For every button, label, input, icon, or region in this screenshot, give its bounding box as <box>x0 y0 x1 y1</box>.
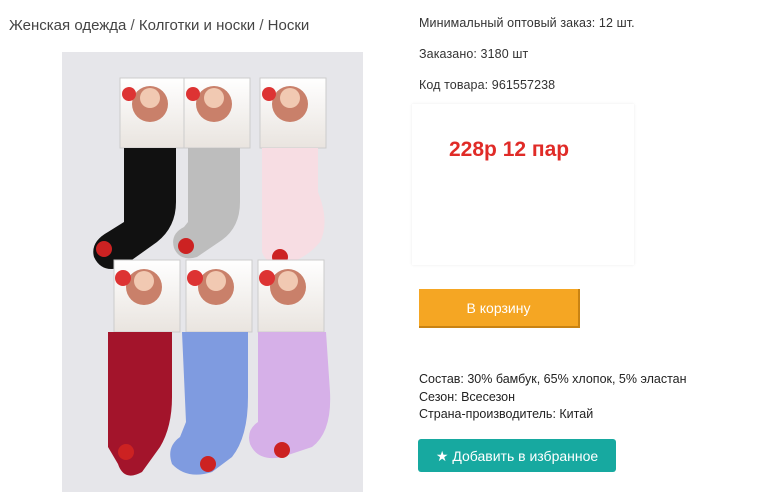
sock-card-blue <box>170 259 253 475</box>
product-photo-image <box>93 77 331 476</box>
add-to-cart-button[interactable]: В корзину <box>419 289 580 328</box>
star-icon: ★ <box>435 447 449 464</box>
sock-card-black <box>93 77 187 270</box>
sock-card-pink <box>259 77 327 265</box>
breadcrumb-separator: / <box>126 17 139 34</box>
breadcrumb-item-tights-and-socks[interactable]: Колготки и носки <box>139 17 255 34</box>
breadcrumb-separator: / <box>255 17 268 34</box>
ordered-count-text: Заказано: 3180 шт <box>419 47 529 61</box>
country-text: Страна-производитель: Китай <box>419 407 594 421</box>
price-note: 228р 12 пар <box>449 138 570 161</box>
product-code-text: Код товара: 961557238 <box>419 78 556 92</box>
add-to-favorites-button[interactable]: ★ Добавить в избранное <box>418 439 616 472</box>
composition-text: Состав: 30% бамбук, 65% хлопок, 5% эласт… <box>419 372 687 386</box>
sock-card-grey <box>173 77 251 259</box>
min-order-text: Минимальный оптовый заказ: 12 шт. <box>419 16 635 30</box>
breadcrumb-item-socks[interactable]: Носки <box>268 17 310 34</box>
season-text: Сезон: Всесезон <box>419 390 516 404</box>
add-to-favorites-label: Добавить в избранное <box>452 447 599 464</box>
sock-card-red <box>108 259 181 476</box>
product-photo[interactable] <box>62 52 363 492</box>
breadcrumb-item-womens-clothing[interactable]: Женская одежда <box>9 17 126 34</box>
sock-card-lilac <box>249 259 331 459</box>
price-box <box>412 104 634 265</box>
breadcrumb: Женская одежда / Колготки и носки / Носк… <box>9 17 309 34</box>
